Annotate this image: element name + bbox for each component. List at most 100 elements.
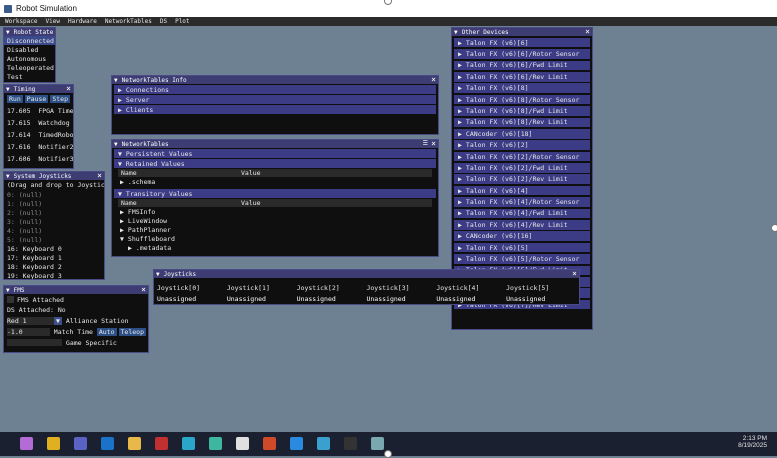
menu-view[interactable]: View [46,18,60,25]
device-item[interactable]: ▶ Talon FX (v6)[2]/Rev Limit [454,174,590,185]
table-row[interactable]: ▶ PathPlanner [112,225,438,234]
device-item[interactable]: ▶ Talon FX (v6)[2]/Rotor Sensor [454,151,590,162]
transitory-values-section[interactable]: ▼ Transitory Values [114,189,436,198]
device-item[interactable]: ▶ Talon FX (v6)[8]/Rotor Sensor [454,94,590,105]
other-devices-titlebar[interactable]: ▼ Other Devices × [452,28,592,36]
alliance-station-select[interactable]: Red 1 ▼ [7,316,62,325]
device-item[interactable]: ▶ Talon FX (v6)[8]/Fwd Limit [454,106,590,116]
table-row[interactable]: ▶ LiveWindow [112,216,438,225]
device-item[interactable]: ▶ Talon FX (v6)[4]/Rev Limit [454,220,590,230]
table-row[interactable]: ▶ .metadata [112,243,438,252]
resize-handle-icon[interactable] [384,450,392,458]
close-icon[interactable]: × [431,76,436,84]
device-item[interactable]: ▶ Talon FX (v6)[5] [454,242,590,253]
github-icon[interactable] [236,437,249,450]
expand-arrow-icon[interactable]: ▶ [458,141,462,149]
expand-arrow-icon[interactable]: ▶ [458,244,462,252]
device-item[interactable]: ▶ Talon FX (v6)[5]/Rotor Sensor [454,254,590,264]
system-joystick-item[interactable]: 2: (null) [4,208,104,217]
state-teleoperated[interactable]: Teleoperated [4,63,55,72]
state-autonomous[interactable]: Autonomous [4,54,55,63]
system-joystick-item[interactable]: 5: (null) [4,235,104,244]
robot-state-titlebar[interactable]: ▼ Robot State [4,28,55,36]
powerpoint-icon[interactable] [263,437,276,450]
system-joystick-item[interactable]: 17: Keyboard 1 [4,253,104,262]
chrome-icon[interactable] [47,437,60,450]
table-row[interactable]: ▶ FMSInfo [112,207,438,216]
connections-section[interactable]: ▶ Connections [114,85,436,94]
device-item[interactable]: ▶ CANcoder (v6)[18] [454,128,590,139]
expand-arrow-icon[interactable]: ▶ [458,73,462,81]
expand-arrow-icon[interactable]: ▶ [458,255,462,263]
clients-section[interactable]: ▶ Clients [114,105,436,114]
system-clock[interactable]: 2:13 PM 8/19/2025 [738,435,767,449]
joystick-assignment[interactable]: Unassigned [436,295,506,303]
close-icon[interactable]: × [572,270,577,278]
terminal-icon[interactable] [344,437,357,450]
device-item[interactable]: ▶ Talon FX (v6)[6] [454,37,590,48]
expand-arrow-icon[interactable]: ▶ [458,50,462,58]
table-row[interactable]: ▶ .schema [112,177,438,186]
vscode-icon[interactable] [290,437,303,450]
device-item[interactable]: ▶ Talon FX (v6)[4]/Rotor Sensor [454,197,590,207]
table-row[interactable]: ▼ Shuffleboard [112,234,438,243]
expand-arrow-icon[interactable]: ▶ [458,107,462,115]
joysticks-titlebar[interactable]: ▼ Joysticks × [154,270,579,278]
code-brackets-icon[interactable] [155,437,168,450]
timing-titlebar[interactable]: ▼ Timing × [4,85,73,93]
device-item[interactable]: ▶ CANcoder (v6)[16] [454,231,590,242]
networktables-titlebar[interactable]: ▼ NetworkTables ☰ × [112,140,438,148]
state-test[interactable]: Test [4,72,55,81]
menu-ds[interactable]: DS [160,18,167,25]
system-joystick-item[interactable]: 1: (null) [4,199,104,208]
menu-plot[interactable]: Plot [175,18,189,25]
system-joystick-item[interactable]: 16: Keyboard 0 [4,244,104,253]
expand-arrow-icon[interactable]: ▶ [458,164,462,172]
device-item[interactable]: ▶ Talon FX (v6)[8]/Rev Limit [454,117,590,128]
chrome-dev-icon[interactable] [209,437,222,450]
expand-arrow-icon[interactable]: ▶ [458,130,462,138]
joystick-assignment[interactable]: Unassigned [506,295,576,303]
persistent-values-section[interactable]: ▼ Persistent Values [114,149,436,158]
expand-arrow-icon[interactable]: ▶ [458,96,462,104]
retained-values-section[interactable]: ▼ Retained Values [114,159,436,168]
menu-workspace[interactable]: Workspace [5,18,38,25]
menu-networktables[interactable]: NetworkTables [105,18,152,25]
auto-button[interactable]: Auto [96,327,117,336]
expand-arrow-icon[interactable]: ▶ [458,198,462,206]
expand-arrow-icon[interactable]: ▶ [458,187,462,195]
expand-arrow-icon[interactable]: ▶ [458,175,462,183]
expand-arrow-icon[interactable]: ▶ [458,232,462,240]
close-icon[interactable]: × [431,140,436,148]
system-joystick-item[interactable]: 4: (null) [4,226,104,235]
expand-arrow-icon[interactable]: ▶ [458,39,462,47]
state-disabled[interactable]: Disabled [4,45,55,54]
system-joystick-item[interactable]: 18: Keyboard 2 [4,262,104,271]
system-joystick-item[interactable]: 0: (null) [4,190,104,199]
fms-titlebar[interactable]: ▼ FMS × [4,286,148,294]
device-item[interactable]: ▶ Talon FX (v6)[6]/Fwd Limit [454,60,590,71]
menu-hardware[interactable]: Hardware [68,18,97,25]
chevron-down-icon[interactable]: ▼ [54,316,62,325]
device-item[interactable]: ▶ Talon FX (v6)[8] [454,83,590,93]
system-joysticks-titlebar[interactable]: ▼ System Joysticks × [4,172,104,180]
device-item[interactable]: ▶ Talon FX (v6)[2] [454,140,590,150]
device-item[interactable]: ▶ Talon FX (v6)[6]/Rev Limit [454,71,590,82]
pause-button[interactable]: Pause [24,95,49,103]
expand-arrow-icon[interactable]: ▶ [458,221,462,229]
device-item[interactable]: ▶ Talon FX (v6)[6]/Rotor Sensor [454,49,590,59]
joystick-assignment[interactable]: Unassigned [366,295,436,303]
system-joystick-item[interactable]: 3: (null) [4,217,104,226]
close-icon[interactable]: × [66,85,71,93]
fms-attached-checkbox[interactable] [7,296,14,303]
outlook-icon[interactable] [101,437,114,450]
joystick-assignment[interactable]: Unassigned [227,295,297,303]
nt-info-titlebar[interactable]: ▼ NetworkTables Info × [112,76,438,84]
device-item[interactable]: ▶ Talon FX (v6)[4] [454,185,590,196]
copilot-icon[interactable] [20,437,33,450]
device-item[interactable]: ▶ Talon FX (v6)[4]/Fwd Limit [454,208,590,219]
close-icon[interactable]: × [585,28,590,36]
joystick-assignment[interactable]: Unassigned [157,295,227,303]
resize-handle-icon[interactable] [771,224,777,232]
expand-arrow-icon[interactable]: ▶ [458,209,462,217]
